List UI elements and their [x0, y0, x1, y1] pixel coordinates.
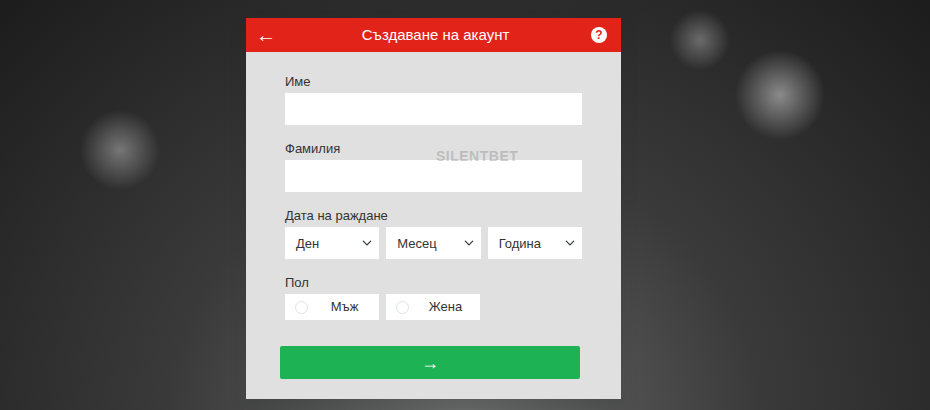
field-label: Име [285, 74, 582, 90]
help-icon[interactable]: ? [591, 27, 607, 43]
form-body: Име Фамилия Дата на раждане ДенМесецГодина П… [246, 52, 621, 399]
panel-title: Създаване на акаунт [362, 24, 510, 47]
back-arrow-icon[interactable]: ← [256, 25, 280, 45]
gender-label: Мъж [316, 297, 373, 317]
field-label: Пол [285, 275, 582, 291]
date-select[interactable]: Ден [285, 227, 379, 259]
birthdate-selects: ДенМесецГодина [285, 227, 582, 259]
panel-header: ← Създаване на акаунт? [246, 18, 621, 52]
date-select[interactable]: Година [488, 227, 582, 259]
gender-label: Жена [417, 297, 474, 317]
text-field: Фамилия [285, 141, 582, 192]
field-label: Фамилия [285, 141, 582, 157]
gender-option[interactable]: Жена [386, 294, 480, 320]
text-input[interactable] [285, 93, 582, 125]
gender-field: Пол Мъж Жена [285, 275, 582, 320]
text-field: Име [285, 74, 582, 125]
date-select[interactable]: Месец [386, 227, 480, 259]
page: ← Създаване на акаунт? Име Фамилия Дата на р… [0, 0, 930, 410]
watermark: SILENTBET [436, 146, 518, 167]
text-input[interactable] [285, 160, 582, 192]
gender-option[interactable]: Мъж [285, 294, 379, 320]
birthdate-field: Дата на раждане ДенМесецГодина [285, 208, 582, 259]
next-button[interactable]: → [280, 346, 580, 379]
next-arrow-icon: → [421, 353, 439, 373]
field-label: Дата на раждане [285, 208, 582, 224]
signup-panel: ← Създаване на акаунт? Име Фамилия Дата на р… [246, 18, 621, 399]
gender-radio[interactable] [396, 301, 409, 314]
gender-radio[interactable] [295, 301, 308, 314]
gender-options: Мъж Жена [285, 294, 582, 320]
